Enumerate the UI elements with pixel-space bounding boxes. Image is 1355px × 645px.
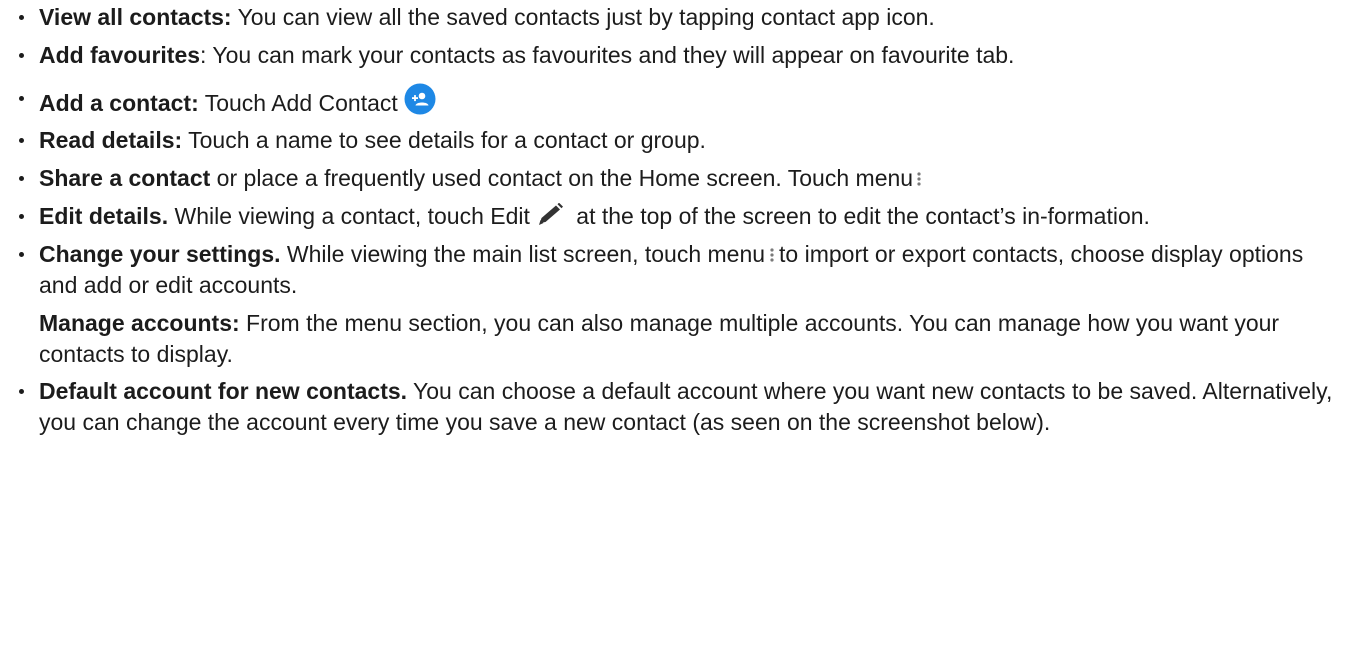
list-item-default-account: Default account for new contacts. You ca… xyxy=(0,376,1335,438)
contacts-feature-list: View all contacts: You can view all the … xyxy=(0,2,1335,438)
bullet-dot xyxy=(19,96,24,101)
vertical-dots-menu-icon xyxy=(917,172,921,186)
manage-accounts-paragraph: Manage accounts: From the menu section, … xyxy=(0,308,1335,370)
add-contact-icon xyxy=(404,83,436,115)
bullet-dot xyxy=(19,214,24,219)
item-text-before: While viewing a contact, touch Edit xyxy=(168,203,530,229)
bullet-dot xyxy=(19,176,24,181)
bullet-dot xyxy=(19,15,24,20)
item-text: Touch a name to see details for a contac… xyxy=(182,127,706,153)
bullet-dot xyxy=(19,138,24,143)
vertical-dots-menu-icon xyxy=(770,248,774,262)
pencil-edit-icon xyxy=(538,203,563,225)
list-item-change-settings: Change your settings. While viewing the … xyxy=(0,239,1335,301)
item-bold-label: Default account for new contacts. xyxy=(39,378,408,404)
item-text-after: at the top of the screen to edit the con… xyxy=(569,203,1150,229)
item-bold-label: Change your settings. xyxy=(39,241,281,267)
list-item-view-all-contacts: View all contacts: You can view all the … xyxy=(0,2,1335,33)
list-item-add-a-contact: Add a contact: Touch Add Contact xyxy=(0,83,1335,119)
item-bold-label: View all contacts: xyxy=(39,4,232,30)
bullet-dot xyxy=(19,389,24,394)
item-bold-label: Read details: xyxy=(39,127,183,153)
item-text-before: While viewing the main list screen, touc… xyxy=(280,241,766,267)
note-bold-label: Manage accounts: xyxy=(39,310,240,336)
item-bold-label: Share a contact xyxy=(39,165,211,191)
item-text: Touch Add Contact xyxy=(198,90,398,116)
list-item-share-a-contact: Share a contact or place a frequently us… xyxy=(0,163,1335,194)
list-item-edit-details: Edit details. While viewing a contact, t… xyxy=(0,201,1335,232)
item-bold-label: Add favourites xyxy=(39,42,201,68)
list-item-add-favourites: Add favourites: You can mark your contac… xyxy=(0,40,1335,71)
item-bold-label: Edit details. xyxy=(39,203,169,229)
list-item-read-details: Read details: Touch a name to see detail… xyxy=(0,125,1335,156)
document-page: View all contacts: You can view all the … xyxy=(0,2,1355,645)
item-text: You can view all the saved contacts just… xyxy=(231,4,935,30)
item-bold-label: Add a contact: xyxy=(39,90,199,116)
item-text: : You can mark your contacts as favourit… xyxy=(200,42,1015,68)
bullet-dot xyxy=(19,53,24,58)
bullet-dot xyxy=(19,252,24,257)
item-text: or place a frequently used contact on th… xyxy=(210,165,914,191)
